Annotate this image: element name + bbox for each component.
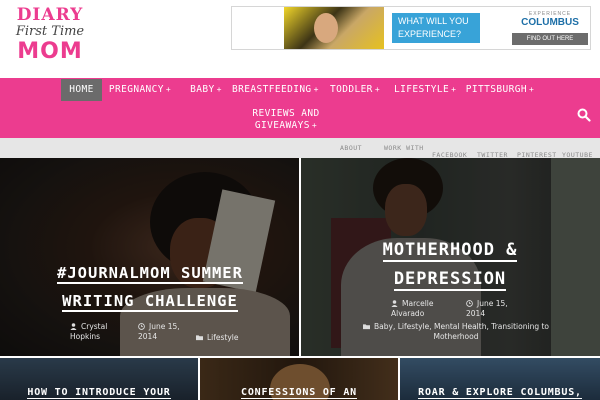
post-title-text: ROAR & EXPLORE COLUMBUS, xyxy=(418,387,582,399)
link-about[interactable]: ABOUT xyxy=(340,144,362,152)
feature-title-line: MOTHERHOOD & xyxy=(382,240,518,262)
nav-item-label-2: GIVEAWAYS xyxy=(254,120,310,131)
search-icon[interactable] xyxy=(577,108,591,122)
post-tile-title[interactable]: ROAR & EXPLORE COLUMBUS, xyxy=(404,387,596,399)
ad-photo xyxy=(284,7,384,49)
logo-line-diary: DIARY xyxy=(16,5,84,25)
nav-item-reviews-and-giveaways[interactable]: REVIEWS AND GIVEAWAYS + xyxy=(248,108,324,132)
feature-author[interactable]: Crystal Hopkins xyxy=(70,322,130,342)
plus-icon: + xyxy=(451,85,457,94)
secondary-bar xyxy=(0,138,600,158)
folder-icon xyxy=(196,335,203,341)
nav-item-label: TODDLER xyxy=(329,84,373,95)
feature-date: June 15, 2014 xyxy=(466,299,516,319)
nav-item-label: REVIEWS AND xyxy=(252,108,320,119)
ad-brand-name: COLUMBUS xyxy=(521,17,579,28)
feature-category[interactable]: Baby, Lifestyle, Mental Health, Transiti… xyxy=(356,322,556,342)
ad-headline: WHAT WILL YOU EXPERIENCE? xyxy=(392,13,480,43)
nav-item-label: HOME xyxy=(69,84,94,95)
category-links: Baby, Lifestyle, Mental Health, Transiti… xyxy=(374,322,549,341)
link-work-with[interactable]: WORK WITH xyxy=(384,144,424,152)
ad-banner[interactable]: WHAT WILL YOU EXPERIENCE? EXPERIENCE COL… xyxy=(231,6,591,50)
nav-item-lifestyle[interactable]: LIFESTYLE + xyxy=(394,84,456,96)
nav-item-baby[interactable]: BABY + xyxy=(184,84,228,96)
nav-item-toddler[interactable]: TODDLER + xyxy=(329,84,381,96)
post-title-text: CONFESSIONS OF AN xyxy=(241,387,357,399)
nav-item-pregnancy[interactable]: PREGNANCY + xyxy=(108,84,172,96)
plus-icon: + xyxy=(216,85,222,94)
plus-icon: + xyxy=(311,121,318,130)
feature-title-line: #JOURNALMOM SUMMER xyxy=(57,264,243,284)
nav-item-home[interactable]: HOME xyxy=(61,79,102,101)
nav-item-label: PREGNANCY xyxy=(108,84,164,95)
feature-category[interactable]: Lifestyle xyxy=(196,333,239,343)
post-tile-title[interactable]: HOW TO INTRODUCE YOUR xyxy=(6,387,192,399)
nav-item-breastfeeding[interactable]: BREASTFEEDING + xyxy=(232,84,318,96)
feature-title[interactable]: MOTHERHOOD & DEPRESSION xyxy=(340,236,560,294)
folder-icon xyxy=(363,324,370,330)
category-link: Lifestyle xyxy=(207,333,239,342)
clock-icon xyxy=(466,300,473,307)
feature-date: June 15, 2014 xyxy=(138,322,188,342)
logo-line-first-time: First Time xyxy=(15,24,85,39)
feature-author[interactable]: Marcelle Alvarado xyxy=(391,299,455,319)
post-tile-title[interactable]: CONFESSIONS OF AN xyxy=(206,387,392,399)
ad-cta-button[interactable]: FIND OUT HERE xyxy=(512,33,588,45)
post-title-text: HOW TO INTRODUCE YOUR xyxy=(27,387,171,399)
nav-item-pittsburgh[interactable]: PITTSBURGH + xyxy=(464,84,536,96)
feature-title-line: WRITING CHALLENGE xyxy=(62,292,238,312)
plus-icon: + xyxy=(374,85,381,94)
plus-icon: + xyxy=(528,85,535,94)
logo-line-mom: MOM xyxy=(17,39,83,64)
site-logo[interactable]: DIARY First Time MOM xyxy=(14,6,86,74)
user-icon xyxy=(391,300,398,307)
plus-icon: + xyxy=(313,85,319,94)
nav-item-label: PITTSBURGH xyxy=(465,84,527,95)
feature-title[interactable]: #JOURNALMOM SUMMER WRITING CHALLENGE xyxy=(10,259,290,315)
nav-item-label: BREASTFEEDING xyxy=(232,84,312,95)
ad-brand: EXPERIENCE COLUMBUS FIND OUT HERE xyxy=(512,11,588,45)
feature-title-line: DEPRESSION xyxy=(393,269,507,291)
nav-item-label: BABY xyxy=(190,84,215,95)
plus-icon: + xyxy=(165,85,172,94)
nav-item-label: LIFESTYLE xyxy=(394,84,450,95)
clock-icon xyxy=(138,323,145,330)
user-icon xyxy=(70,323,77,330)
